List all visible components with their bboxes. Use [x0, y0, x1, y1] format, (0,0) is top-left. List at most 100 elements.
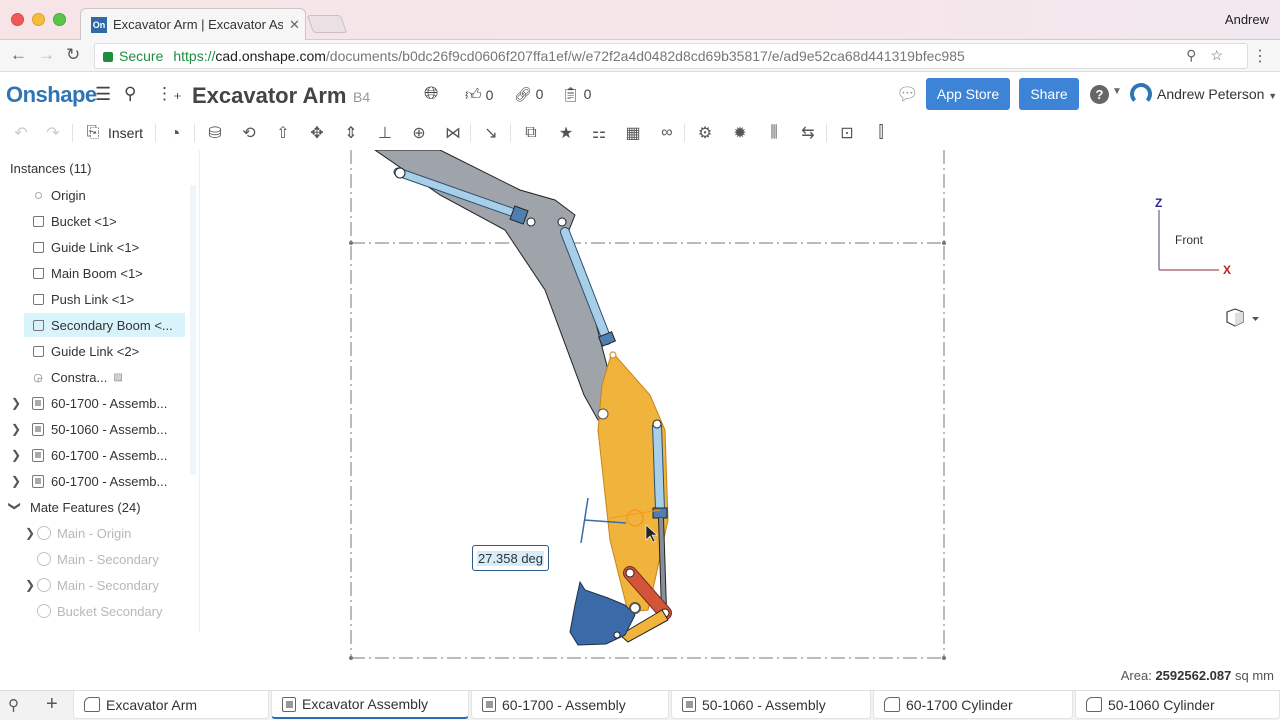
create-part-studio-icon[interactable]: ⫿ [870, 122, 892, 144]
forward-arrow-icon[interactable]: → [38, 45, 55, 65]
reload-icon[interactable]: ↻ [66, 45, 80, 65]
help-icon[interactable]: ? [1090, 85, 1109, 104]
expand-chevron-icon[interactable]: ❯ [11, 448, 21, 462]
mate-connector-icon[interactable]: ◔ [164, 122, 186, 144]
key-icon[interactable]: ⚲ [1186, 47, 1210, 63]
linear-relation-icon[interactable]: ⚏ [588, 122, 610, 144]
mate-item[interactable]: Bucket Secondary [32, 599, 193, 623]
user-menu[interactable]: Andrew Peterson ▼ [1157, 86, 1277, 102]
fastened-mate-icon[interactable]: ⛁ [204, 122, 226, 144]
subassembly-item[interactable]: 60-1700 - Assemb... [24, 443, 185, 467]
part-icon [32, 345, 44, 357]
instance-item[interactable]: Guide Link <1> [24, 235, 185, 259]
mate-connector-star-icon[interactable]: ★ [555, 122, 577, 144]
help-dropdown-icon[interactable]: ▼ [1112, 86, 1122, 97]
likes-count[interactable]: 👍︎ 0 [465, 86, 493, 105]
close-window-button[interactable] [11, 13, 24, 26]
instance-item[interactable]: Bucket <1> [24, 209, 185, 233]
maximize-window-button[interactable] [53, 13, 66, 26]
chrome-profile-name[interactable]: Andrew [1225, 12, 1269, 27]
mate-item[interactable]: Main - Secondary [32, 547, 193, 571]
add-tab-icon[interactable]: + [46, 693, 58, 716]
expand-chevron-icon[interactable]: ❯ [11, 396, 21, 410]
pin-slot-mate-icon[interactable]: ⊥ [374, 122, 396, 144]
pattern-icon[interactable]: ∞ [656, 122, 678, 144]
browser-tab-title: Excavator Arm | Excavator Assembly [113, 17, 283, 32]
group-icon[interactable]: ⧉ [520, 122, 542, 144]
insert-button[interactable]: Insert [108, 125, 143, 141]
subassembly-item[interactable]: 60-1700 - Assemb... [24, 391, 185, 415]
onshape-header: Onshape ☰ ⚲ ⋮₊ Excavator Arm B4 🌐︎ 👍︎ 0 … [0, 72, 1280, 116]
cylindrical-mate-icon[interactable]: ⇕ [340, 122, 362, 144]
tab-60-1700-cylinder[interactable]: 60-1700 Cylinder [873, 691, 1073, 719]
part-icon [32, 267, 44, 279]
hamburger-menu-icon[interactable]: ☰ [95, 84, 111, 105]
instance-origin[interactable]: Origin [24, 183, 185, 207]
instance-item[interactable]: Push Link <1> [24, 287, 185, 311]
rack-pinion-icon[interactable]: ✹ [729, 122, 751, 144]
graphics-viewport[interactable] [200, 150, 1280, 690]
versions-icon[interactable]: ⋮₊ [156, 84, 182, 104]
axis-z-label: Z [1155, 196, 1163, 210]
screw-relation-icon[interactable]: ⫼ [763, 122, 785, 144]
tab-excavator-assembly[interactable]: Excavator Assembly [271, 691, 469, 719]
new-tab-button[interactable] [306, 15, 348, 33]
copies-count[interactable]: 📋︎ 0 [562, 86, 591, 103]
replicate-icon[interactable]: ▦ [622, 122, 644, 144]
close-tab-icon[interactable]: ✕ [289, 17, 300, 33]
mate-item[interactable]: Main - Origin [32, 521, 193, 545]
slider-mate-icon[interactable]: ⇧ [272, 122, 294, 144]
ball-mate-icon[interactable]: ⊕ [408, 122, 430, 144]
collapse-chevron-icon[interactable]: ❯ [8, 501, 22, 511]
chrome-menu-icon[interactable]: ⋮ [1252, 46, 1268, 66]
instance-item[interactable]: ◶ Constra... ▨ [24, 365, 185, 389]
mate-features-heading[interactable]: Mate Features (24) [24, 495, 185, 519]
panel-scrollbar[interactable] [190, 185, 196, 475]
insert-icon[interactable]: ⎘ [82, 122, 104, 144]
tangent-mate-icon[interactable]: ↘ [480, 122, 502, 144]
url-input[interactable]: Secure https://cad.onshape.com/documents… [94, 43, 1248, 69]
minimize-window-button[interactable] [32, 13, 45, 26]
revolute-mate-icon[interactable]: ⟲ [238, 122, 260, 144]
tab-manager-icon[interactable]: ⚲ [8, 696, 19, 714]
subassembly-item[interactable]: 60-1700 - Assemb... [24, 469, 185, 493]
tab-50-1060-assembly[interactable]: 50-1060 - Assembly [671, 691, 871, 719]
assembly-icon [682, 697, 696, 712]
instance-item[interactable]: Main Boom <1> [24, 261, 185, 285]
assembly-icon [32, 448, 44, 462]
bookmark-star-icon[interactable]: ☆ [1210, 47, 1237, 63]
parallel-mate-icon[interactable]: ⋈ [442, 122, 464, 144]
redo-icon[interactable]: ↷ [42, 122, 64, 144]
angle-input[interactable]: 27.358 deg [472, 545, 549, 571]
feature-list-icon[interactable]: ⚲ [124, 84, 136, 104]
back-arrow-icon[interactable]: ← [10, 45, 27, 65]
mate-item[interactable]: Main - Secondary [32, 573, 193, 597]
tab-50-1060-cylinder[interactable]: 50-1060 Cylinder [1075, 691, 1280, 719]
onshape-logo[interactable]: Onshape [6, 82, 97, 108]
globe-public-icon[interactable]: 🌐︎ [424, 83, 438, 104]
browser-tab[interactable]: On Excavator Arm | Excavator Assembly ✕ [80, 8, 306, 40]
view-label-front[interactable]: Front [1175, 233, 1203, 247]
links-count[interactable]: 🔗︎ 0 [514, 86, 543, 103]
section-icon[interactable]: ⊡ [836, 122, 858, 144]
app-store-button[interactable]: App Store [926, 78, 1010, 110]
comments-icon[interactable]: 💬︎ [896, 84, 919, 105]
planar-mate-icon[interactable]: ✥ [306, 122, 328, 144]
instance-item-selected[interactable]: Secondary Boom <... [24, 313, 185, 337]
tab-excavator-arm[interactable]: Excavator Arm [73, 691, 269, 719]
tab-60-1700-assembly[interactable]: 60-1700 - Assembly [471, 691, 669, 719]
document-version: B4 [353, 89, 371, 105]
gear-relation-icon[interactable]: ⚙ [694, 122, 716, 144]
expand-chevron-icon[interactable]: ❯ [11, 422, 21, 436]
expand-chevron-icon[interactable]: ❯ [11, 474, 21, 488]
part-icon [32, 241, 44, 253]
subassembly-item[interactable]: 50-1060 - Assemb... [24, 417, 185, 441]
document-title[interactable]: Excavator Arm [192, 83, 346, 109]
share-button[interactable]: Share [1019, 78, 1079, 110]
instance-item[interactable]: Guide Link <2> [24, 339, 185, 363]
exploded-view-icon[interactable]: ⇆ [797, 122, 819, 144]
main-boom [374, 150, 613, 421]
link-icon: 🔗︎ [514, 86, 532, 102]
undo-icon[interactable]: ↶ [10, 122, 32, 144]
user-avatar[interactable] [1130, 83, 1152, 105]
